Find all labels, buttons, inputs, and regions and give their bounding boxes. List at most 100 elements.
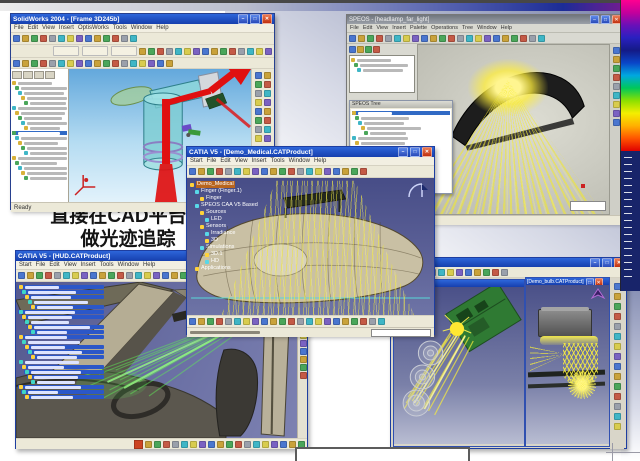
toolbar-icon[interactable] (256, 48, 263, 55)
compass-icon[interactable] (407, 182, 429, 200)
toolbar-icon[interactable] (22, 60, 29, 67)
toolbar-icon[interactable] (484, 35, 491, 42)
toolbar-icon[interactable] (264, 81, 271, 88)
tree-item[interactable] (15, 136, 67, 140)
toolbar-icon[interactable] (67, 60, 74, 67)
catia-hud-bottom-toolbar[interactable] (16, 438, 307, 449)
toolbar-icon[interactable] (112, 35, 119, 42)
toolbar-icon[interactable] (349, 46, 356, 53)
toolbar-icon[interactable] (614, 393, 621, 400)
toolbar-icon[interactable] (198, 318, 205, 325)
toolbar-icon[interactable] (171, 272, 178, 279)
menu-item[interactable]: Window (289, 158, 310, 164)
record-icon[interactable] (134, 440, 143, 449)
toolbar-icon[interactable] (264, 135, 271, 142)
toolbar-icon[interactable] (189, 168, 196, 175)
menu-item[interactable]: Insert (252, 158, 267, 164)
tree-item[interactable] (30, 330, 104, 334)
toolbar-icon[interactable] (466, 35, 473, 42)
toolbar-icon[interactable] (357, 46, 364, 53)
tree-item[interactable] (351, 58, 413, 62)
toolbar-icon[interactable] (614, 383, 621, 390)
toolbar-icon[interactable] (54, 272, 61, 279)
toolbar-icon[interactable] (360, 318, 367, 325)
toolbar-icon[interactable] (511, 35, 518, 42)
tree-item[interactable] (361, 126, 450, 130)
toolbar-icon[interactable] (342, 168, 349, 175)
toolbar-icon[interactable] (229, 48, 236, 55)
toolbar-icon[interactable] (483, 269, 490, 276)
toolbar-icon[interactable] (264, 90, 271, 97)
toolbar-icon[interactable] (225, 318, 232, 325)
tree-item[interactable] (355, 116, 450, 120)
tree-item[interactable] (21, 121, 67, 125)
toolbar-icon[interactable] (135, 272, 142, 279)
tree-item[interactable]: Simulations (190, 244, 258, 251)
toolbar-icon[interactable] (271, 441, 278, 448)
menu-item[interactable]: Operations (431, 25, 458, 31)
menu-item[interactable]: Edit (28, 25, 38, 31)
toolbar-icon[interactable] (261, 168, 268, 175)
toolbar-icon[interactable] (447, 269, 454, 276)
toolbar-icon[interactable] (49, 35, 56, 42)
toolbar-icon[interactable] (614, 403, 621, 410)
toolbar-icon[interactable] (358, 35, 365, 42)
bulb-sim-viewport[interactable] (526, 285, 609, 444)
menu-item[interactable]: File (207, 158, 217, 164)
toolbar-icon[interactable] (253, 441, 260, 448)
tree-item[interactable] (21, 390, 104, 394)
toolbar-icon[interactable] (288, 168, 295, 175)
menu-item[interactable]: Tree (462, 25, 473, 31)
toolbar-icon[interactable] (58, 35, 65, 42)
toolbar-icon[interactable] (538, 35, 545, 42)
toolbar-icon[interactable] (279, 168, 286, 175)
tree-item[interactable]: Demo_Medical (190, 181, 258, 188)
toolbar-icon[interactable] (501, 269, 508, 276)
feature-tree[interactable] (11, 69, 69, 202)
toolbar-icon[interactable] (153, 272, 160, 279)
tree-item[interactable] (21, 96, 67, 100)
dock-tabs[interactable] (349, 46, 415, 53)
toolbar-icon[interactable] (225, 168, 232, 175)
toolbar-icon[interactable] (613, 110, 620, 117)
maximize-button[interactable]: □ (250, 14, 260, 24)
toolbar-icon[interactable] (613, 119, 620, 126)
toolbar-icon[interactable] (163, 441, 170, 448)
toolbar-icon[interactable] (613, 56, 620, 63)
toolbar-icon[interactable] (255, 126, 262, 133)
toolbar-icon[interactable] (13, 35, 20, 42)
toolbar-icon[interactable] (264, 99, 271, 106)
toolbar-icon[interactable] (279, 318, 286, 325)
toolbar-icon[interactable] (121, 35, 128, 42)
tree-item[interactable] (12, 81, 67, 85)
maximize-button[interactable]: □ (586, 278, 594, 285)
toolbar-icon[interactable] (235, 441, 242, 448)
hud-feature-tree[interactable] (18, 284, 104, 400)
toolbar-icon[interactable] (139, 48, 146, 55)
toolbar-icon[interactable] (90, 272, 97, 279)
toolbar-icon[interactable] (315, 168, 322, 175)
toolbar-icon[interactable] (264, 72, 271, 79)
toolbar-icon[interactable] (103, 35, 110, 42)
toolbar-icon[interactable] (438, 269, 445, 276)
speos-menubar[interactable]: FileEditViewInsertPaletteOperationsTreeW… (347, 24, 623, 33)
toolbar-icon[interactable] (270, 168, 277, 175)
toolbar-icon[interactable] (154, 441, 161, 448)
toolbar-icon[interactable] (255, 108, 262, 115)
tree-item[interactable] (12, 131, 67, 135)
catia-dual-right-rail[interactable] (610, 279, 624, 449)
command-field[interactable] (371, 329, 431, 337)
menu-item[interactable]: OptisWorks (78, 25, 109, 31)
toolbar-icon[interactable] (613, 47, 620, 54)
toolbar-icon[interactable] (130, 35, 137, 42)
tree-item[interactable] (24, 345, 104, 349)
solidworks-menubar[interactable]: FileEditViewInsertOptisWorksToolsWindowH… (11, 24, 274, 33)
maximize-button[interactable]: □ (601, 15, 610, 24)
toolbar-icon[interactable] (351, 318, 358, 325)
toolbar-icon[interactable] (465, 269, 472, 276)
tree-item[interactable] (355, 141, 450, 145)
toolbar-icon[interactable] (342, 318, 349, 325)
toolbar-icon[interactable] (264, 126, 271, 133)
toolbar-icon[interactable] (614, 373, 621, 380)
toolbar-icon[interactable] (394, 35, 401, 42)
